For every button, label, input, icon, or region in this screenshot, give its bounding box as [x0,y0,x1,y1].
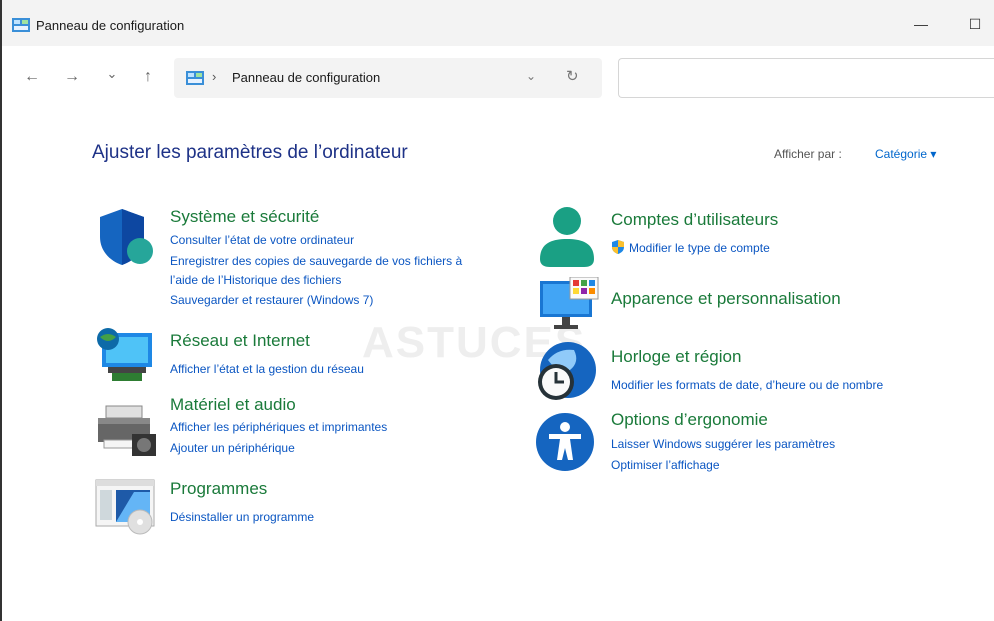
link-uninstall-program[interactable]: Désinstaller un programme [170,510,314,524]
title-bar: Panneau de configuration — ☐ [2,0,994,46]
link-network-status[interactable]: Afficher l’état et la gestion du réseau [170,362,364,376]
refresh-button[interactable]: ↻ [566,67,579,85]
control-panel-window: Panneau de configuration — ☐ ← → ⌄ ↑ › P… [0,0,994,621]
forward-button[interactable]: → [60,68,84,86]
address-dropdown-button[interactable]: ⌄ [526,69,536,83]
printer-icon [98,405,156,456]
category-programs[interactable]: Programmes [170,479,267,499]
monitor-palette-icon [540,277,599,329]
category-clock-region[interactable]: Horloge et région [611,347,741,367]
shield-icon [100,209,153,265]
category-user-accounts[interactable]: Comptes d’utilisateurs [611,210,778,230]
category-appearance-personalization[interactable]: Apparence et personnalisation [611,289,841,309]
view-by-label: Afficher par : [774,147,842,161]
breadcrumb-control-panel[interactable]: Panneau de configuration [232,70,380,85]
link-devices-printers[interactable]: Afficher les périphériques et imprimante… [170,420,387,434]
link-change-date-formats[interactable]: Modifier les formats de date, d’heure ou… [611,378,883,392]
control-panel-small-icon [186,71,204,85]
link-backup-restore[interactable]: Sauvegarder et restaurer (Windows 7) [170,293,373,307]
network-globe-icon [97,328,152,381]
accessibility-icon [536,413,594,471]
view-by-dropdown[interactable]: Catégorie ▾ [875,147,936,161]
up-button[interactable]: ↑ [136,68,160,86]
link-change-account-type[interactable]: Modifier le type de compte [629,241,770,255]
category-ease-of-access[interactable]: Options d’ergonomie [611,410,768,430]
address-bar[interactable]: › Panneau de configuration ⌄ ↻ [174,58,602,98]
link-optimize-display[interactable]: Optimiser l’affichage [611,458,720,472]
link-file-history-backup[interactable]: Enregistrer des copies de sauvegarde de … [170,254,462,268]
link-add-device[interactable]: Ajouter un périphérique [170,441,295,455]
recent-locations-button[interactable]: ⌄ [100,66,124,82]
window-title: Panneau de configuration [36,18,185,33]
user-icon [540,207,594,267]
category-network-internet[interactable]: Réseau et Internet [170,331,310,351]
address-row: ← → ⌄ ↑ › Panneau de configuration ⌄ ↻ [2,46,994,114]
category-system-security[interactable]: Système et sécurité [170,207,319,227]
link-check-computer-status[interactable]: Consulter l’état de votre ordinateur [170,233,354,247]
search-input[interactable] [618,58,994,98]
back-button[interactable]: ← [20,68,44,86]
maximize-button[interactable]: ☐ [960,12,990,36]
minimize-button[interactable]: — [906,12,936,36]
link-file-history-backup-cont[interactable]: l’aide de l’Historique des fichiers [170,273,341,287]
breadcrumb-separator: › [212,69,217,84]
programs-icon [95,479,155,535]
category-hardware-sound[interactable]: Matériel et audio [170,395,296,415]
control-panel-app-icon [12,18,30,32]
link-windows-suggest-settings[interactable]: Laisser Windows suggérer les paramètres [611,437,835,451]
page-heading: Ajuster les paramètres de l’ordinateur [92,142,408,163]
uac-shield-icon [612,240,624,254]
clock-globe-icon [538,342,596,400]
